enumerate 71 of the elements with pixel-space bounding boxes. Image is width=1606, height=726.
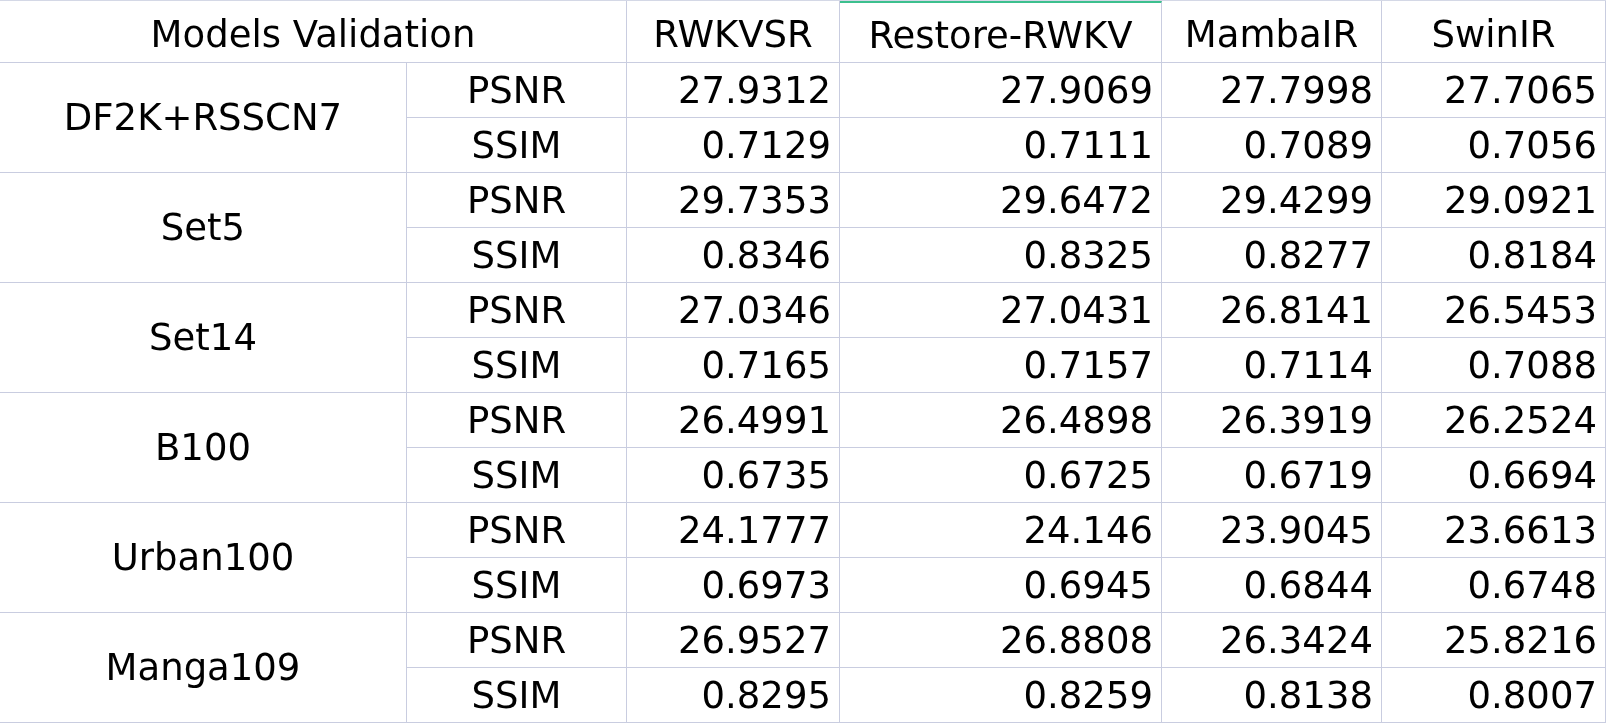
value-cell: 0.7111 [840,118,1162,173]
value-cell: 0.8138 [1162,668,1382,723]
column-header[interactable]: Restore-RWKV [840,1,1162,63]
value-cell: 0.8346 [627,228,840,283]
value-cell: 26.2524 [1382,393,1606,448]
value-cell: 0.7165 [627,338,840,393]
value-cell: 26.5453 [1382,283,1606,338]
value-cell: 26.8808 [840,613,1162,668]
metric-cell: SSIM [407,338,627,393]
value-cell: 27.7065 [1382,63,1606,118]
column-header[interactable]: SwinIR [1382,1,1606,63]
value-cell: 26.3424 [1162,613,1382,668]
value-cell: 0.8007 [1382,668,1606,723]
value-cell: 0.6945 [840,558,1162,613]
value-cell: 0.8184 [1382,228,1606,283]
dataset-cell: Manga109 [0,613,407,723]
metric-cell: PSNR [407,283,627,338]
value-cell: 29.6472 [840,173,1162,228]
value-cell: 25.8216 [1382,613,1606,668]
column-header[interactable]: MambaIR [1162,1,1382,63]
value-cell: 27.9312 [627,63,840,118]
value-cell: 27.7998 [1162,63,1382,118]
dataset-cell: Set14 [0,283,407,393]
value-cell: 0.6719 [1162,448,1382,503]
value-cell: 0.7056 [1382,118,1606,173]
value-cell: 0.7088 [1382,338,1606,393]
value-cell: 23.6613 [1382,503,1606,558]
value-cell: 26.9527 [627,613,840,668]
value-cell: 27.9069 [840,63,1162,118]
value-cell: 0.8295 [627,668,840,723]
value-cell: 24.146 [840,503,1162,558]
metric-cell: PSNR [407,63,627,118]
metric-cell: PSNR [407,503,627,558]
metric-cell: PSNR [407,613,627,668]
dataset-cell: Urban100 [0,503,407,613]
metric-cell: SSIM [407,668,627,723]
value-cell: 29.7353 [627,173,840,228]
value-cell: 0.6735 [627,448,840,503]
value-cell: 0.7114 [1162,338,1382,393]
value-cell: 0.6694 [1382,448,1606,503]
value-cell: 0.8277 [1162,228,1382,283]
dataset-cell: B100 [0,393,407,503]
metric-cell: SSIM [407,118,627,173]
value-cell: 29.0921 [1382,173,1606,228]
metric-cell: SSIM [407,448,627,503]
value-cell: 29.4299 [1162,173,1382,228]
header-cell: Models Validation [0,1,627,63]
metric-cell: PSNR [407,173,627,228]
column-header[interactable]: RWKVSR [627,1,840,63]
value-cell: 0.6844 [1162,558,1382,613]
value-cell: 0.6725 [840,448,1162,503]
metric-cell: SSIM [407,558,627,613]
value-cell: 0.7157 [840,338,1162,393]
value-cell: 26.4898 [840,393,1162,448]
value-cell: 24.1777 [627,503,840,558]
value-cell: 0.7089 [1162,118,1382,173]
value-cell: 26.3919 [1162,393,1382,448]
value-cell: 0.8259 [840,668,1162,723]
metric-cell: SSIM [407,228,627,283]
value-cell: 0.7129 [627,118,840,173]
value-cell: 0.6748 [1382,558,1606,613]
value-cell: 0.6973 [627,558,840,613]
value-cell: 27.0431 [840,283,1162,338]
metric-cell: PSNR [407,393,627,448]
dataset-cell: Set5 [0,173,407,283]
value-cell: 23.9045 [1162,503,1382,558]
value-cell: 26.4991 [627,393,840,448]
dataset-cell: DF2K+RSSCN7 [0,63,407,173]
value-cell: 0.8325 [840,228,1162,283]
value-cell: 26.8141 [1162,283,1382,338]
value-cell: 27.0346 [627,283,840,338]
